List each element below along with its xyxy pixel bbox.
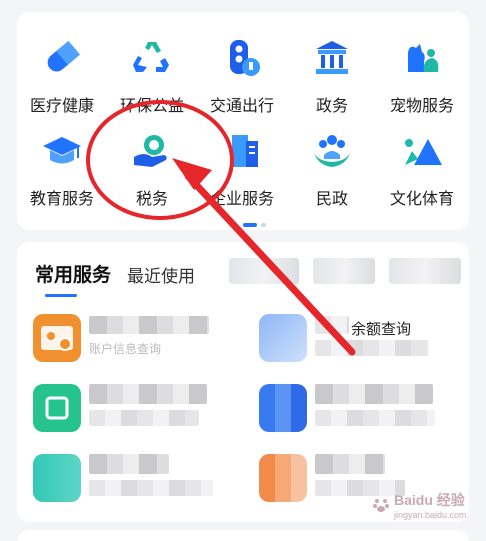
culture-sports-icon	[400, 129, 444, 173]
tax-hand-icon	[130, 129, 174, 173]
category-label: 医疗健康	[29, 98, 94, 115]
paw-icon	[373, 499, 389, 512]
category-label: 环保公益	[119, 98, 184, 115]
graduation-cap-icon	[40, 129, 84, 173]
blurred-text	[89, 454, 169, 474]
category-medical[interactable]: 医疗健康	[17, 30, 107, 123]
blurred-text	[89, 384, 207, 404]
category-enterprise[interactable]: 企业服务	[197, 123, 287, 216]
blurred-tab	[313, 258, 375, 284]
watermark-sub: jingyan.baidu.com	[394, 510, 467, 520]
traffic-light-icon	[220, 36, 264, 80]
category-tax[interactable]: 税务	[107, 123, 197, 216]
category-environment[interactable]: 环保公益	[107, 30, 197, 123]
service-item[interactable]	[243, 376, 449, 438]
service-icon	[259, 454, 307, 502]
watermark-text: Baidu 经验	[394, 492, 465, 508]
tab-common-services[interactable]: 常用服务	[35, 260, 111, 287]
blurred-tab	[229, 258, 299, 284]
service-category-card: 医疗健康 环保公益 交通出行 政务 宠物服务 教育服务 税务 企业服务 民政 文…	[17, 12, 469, 230]
category-traffic[interactable]: 交通出行	[197, 30, 287, 123]
service-item[interactable]: 余额查询	[243, 306, 449, 368]
category-culture-sports[interactable]: 文化体育	[377, 123, 467, 216]
recycle-icon	[130, 36, 174, 80]
active-tab-indicator	[45, 294, 77, 297]
service-item[interactable]: 账户信息查询	[17, 306, 223, 368]
service-item[interactable]	[17, 376, 223, 438]
government-building-icon	[310, 36, 354, 80]
category-label: 政务	[315, 98, 348, 115]
account-card-icon	[33, 314, 81, 362]
category-government[interactable]: 政务	[287, 30, 377, 123]
category-pet[interactable]: 宠物服务	[377, 30, 467, 123]
balance-query-icon	[259, 314, 307, 362]
blurred-text	[315, 384, 433, 404]
page-dot-active	[243, 223, 257, 227]
category-education[interactable]: 教育服务	[17, 123, 107, 216]
medical-capsule-icon	[40, 36, 84, 80]
category-label: 民政	[315, 191, 348, 208]
blurred-text	[315, 410, 435, 426]
services-card: 常用服务 最近使用 账户信息查询 余额查询	[17, 242, 469, 522]
category-label: 文化体育	[389, 191, 454, 208]
tab-recently-used[interactable]: 最近使用	[127, 262, 195, 287]
page-indicator	[243, 223, 266, 227]
category-label: 宠物服务	[389, 98, 454, 115]
blurred-text	[89, 480, 213, 496]
blurred-text	[315, 454, 385, 474]
category-label: 教育服务	[29, 191, 94, 208]
service-icon	[33, 384, 81, 432]
pet-icon	[400, 36, 444, 80]
blurred-text	[315, 340, 429, 356]
blurred-text	[89, 316, 209, 334]
service-item[interactable]	[17, 446, 223, 508]
service-icon	[33, 454, 81, 502]
category-label: 企业服务	[209, 191, 274, 208]
category-label: 税务	[135, 191, 168, 208]
next-card	[17, 530, 469, 541]
baidu-jingyan-watermark: Baidu 经验 jingyan.baidu.com	[372, 490, 467, 520]
service-desc: 账户信息查询	[89, 342, 162, 356]
blurred-tab	[389, 258, 461, 284]
category-label: 交通出行	[209, 98, 274, 115]
office-building-icon	[220, 129, 264, 173]
service-tabs: 常用服务 最近使用	[35, 260, 195, 287]
people-care-icon	[310, 129, 354, 173]
service-icon	[259, 384, 307, 432]
category-civil-affairs[interactable]: 民政	[287, 123, 377, 216]
service-category-grid: 医疗健康 环保公益 交通出行 政务 宠物服务 教育服务 税务 企业服务 民政 文…	[17, 30, 469, 216]
service-name: 余额查询	[351, 321, 412, 338]
page-dot	[261, 223, 266, 227]
blurred-text	[315, 316, 349, 334]
blurred-text	[89, 410, 199, 426]
